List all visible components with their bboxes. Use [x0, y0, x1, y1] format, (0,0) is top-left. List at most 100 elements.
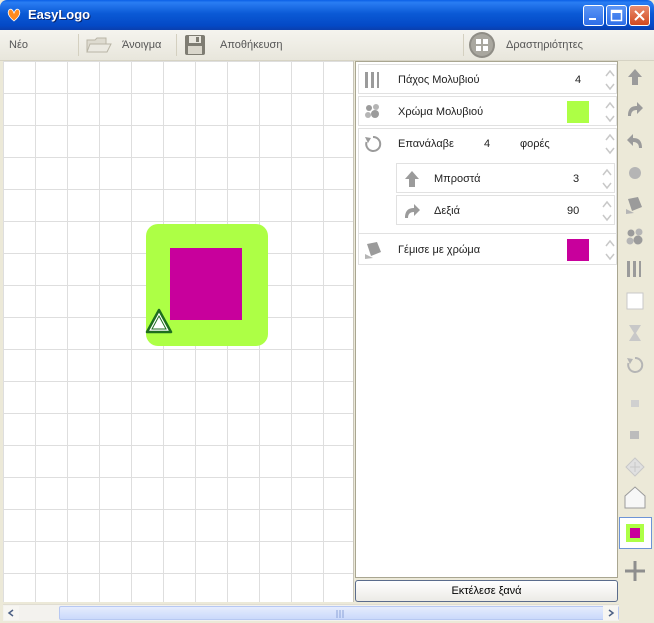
horizontal-scrollbar[interactable] — [3, 604, 619, 621]
command-label: Επανάλαβε — [398, 138, 454, 150]
add-turn-left-button[interactable] — [619, 125, 652, 157]
add-forward-button[interactable] — [619, 61, 652, 93]
add-house-button[interactable] — [619, 483, 652, 515]
add-small-square-button[interactable] — [619, 387, 652, 419]
house-icon — [624, 486, 646, 509]
turtle-cursor-icon[interactable] — [145, 307, 173, 335]
grip-icon — [336, 610, 344, 618]
open-label: Άνοιγμα — [122, 39, 162, 51]
pen-color-swatch[interactable] — [567, 101, 589, 123]
spinner-arrows-icon[interactable] — [602, 168, 612, 190]
repeat-suffix: φορές — [520, 138, 550, 150]
small-square-icon — [631, 400, 639, 407]
save-disk-icon — [185, 35, 205, 55]
turn-right-icon — [405, 204, 420, 218]
close-icon — [634, 10, 645, 21]
forward-arrow-icon — [405, 171, 419, 187]
activities-button[interactable]: Δραστηριότητες — [468, 30, 598, 60]
diamond-icon — [625, 457, 645, 477]
maximize-button[interactable] — [606, 5, 627, 26]
add-diamond-button[interactable] — [619, 451, 652, 483]
add-turn-right-button[interactable] — [619, 93, 652, 125]
add-square-button[interactable] — [619, 419, 652, 451]
spinner-arrows-icon[interactable] — [605, 133, 615, 155]
scroll-left-button[interactable] — [4, 606, 19, 620]
fill-bucket-icon — [365, 242, 381, 259]
command-value[interactable]: 4 — [575, 74, 581, 86]
add-pen-width-button[interactable] — [619, 253, 652, 285]
right-command-toolbar — [619, 61, 652, 602]
pen-icon — [629, 167, 641, 179]
title-bar: EasyLogo — [0, 0, 654, 30]
palette-icon — [626, 228, 643, 245]
command-value[interactable]: 3 — [573, 173, 579, 185]
palette-icon — [365, 104, 379, 118]
add-colored-square-button[interactable] — [619, 517, 652, 549]
minimize-button[interactable] — [583, 5, 604, 26]
activities-label: Δραστηριότητες — [506, 39, 583, 51]
toolbar-divider — [78, 34, 79, 56]
save-button[interactable]: Αποθήκευση — [182, 30, 292, 60]
save-label: Αποθήκευση — [220, 39, 283, 51]
repeat-count[interactable]: 4 — [484, 138, 490, 150]
repeat-icon — [365, 135, 382, 152]
command-label: Δεξιά — [434, 205, 460, 217]
add-fill-button[interactable] — [619, 189, 652, 221]
drawing-canvas[interactable] — [3, 61, 354, 602]
open-button[interactable]: Άνοιγμα — [84, 30, 174, 60]
spinner-arrows-icon[interactable] — [602, 200, 612, 222]
scroll-right-button[interactable] — [603, 606, 618, 620]
maximize-icon — [610, 9, 623, 22]
magenta-square — [170, 248, 242, 320]
main-toolbar: Νέο Άνοιγμα Αποθήκευση Δραστηριότητες — [0, 30, 654, 61]
toolbar-divider — [463, 34, 464, 56]
pen-width-icon — [365, 72, 379, 88]
run-again-label: Εκτέλεσε ξανά — [451, 585, 522, 597]
folder-open-icon — [86, 37, 112, 53]
add-pen-button[interactable] — [619, 157, 652, 189]
command-label: Γέμισε με χρώμα — [398, 244, 481, 256]
forward-icon — [628, 69, 642, 85]
add-icon — [625, 561, 645, 581]
command-label: Μπροστά — [434, 173, 481, 185]
activities-icon — [469, 32, 495, 58]
add-clear-button[interactable] — [619, 285, 652, 317]
command-row-right[interactable]: Δεξιά 90 — [396, 195, 615, 225]
chevron-right-icon — [608, 609, 615, 617]
command-value[interactable]: 90 — [567, 205, 579, 217]
fill-icon — [626, 197, 642, 214]
minimize-icon — [589, 18, 596, 20]
command-row-fill[interactable]: Γέμισε με χρώμα — [358, 233, 617, 265]
command-row-pen-width[interactable]: Πάχος Μολυβιού 4 — [358, 64, 617, 94]
new-label: Νέο — [9, 39, 28, 51]
scroll-thumb[interactable] — [59, 606, 619, 620]
add-wait-button[interactable] — [619, 317, 652, 349]
add-repeat-button[interactable] — [619, 349, 652, 381]
turn-right-icon — [628, 102, 643, 116]
command-label: Χρώμα Μολυβιού — [398, 106, 484, 118]
turn-left-icon — [627, 134, 642, 148]
chevron-left-icon — [7, 609, 14, 617]
colored-square-icon — [626, 524, 644, 542]
square-icon — [630, 431, 639, 439]
command-row-pen-color[interactable]: Χρώμα Μολυβιού — [358, 96, 617, 126]
command-label: Πάχος Μολυβιού — [398, 74, 480, 86]
wait-icon — [629, 325, 641, 341]
app-logo-icon — [7, 8, 21, 22]
toolbar-divider — [176, 34, 177, 56]
add-color-button[interactable] — [619, 221, 652, 253]
add-command-button[interactable] — [619, 555, 652, 587]
fill-color-swatch[interactable] — [567, 239, 589, 261]
spinner-arrows-icon[interactable] — [605, 101, 615, 123]
spinner-arrows-icon[interactable] — [605, 239, 615, 261]
close-button[interactable] — [629, 5, 650, 26]
window-title: EasyLogo — [28, 7, 91, 22]
run-again-button[interactable]: Εκτέλεσε ξανά — [355, 580, 618, 602]
pen-width-icon — [627, 261, 641, 277]
new-button[interactable]: Νέο — [9, 30, 28, 60]
spinner-arrows-icon[interactable] — [605, 69, 615, 91]
clear-icon — [626, 292, 644, 310]
repeat-icon — [627, 356, 644, 373]
command-row-forward[interactable]: Μπροστά 3 — [396, 163, 615, 193]
commands-panel: Πάχος Μολυβιού 4 Χρώμα Μολυβιού Επανάλαβ… — [355, 61, 618, 578]
